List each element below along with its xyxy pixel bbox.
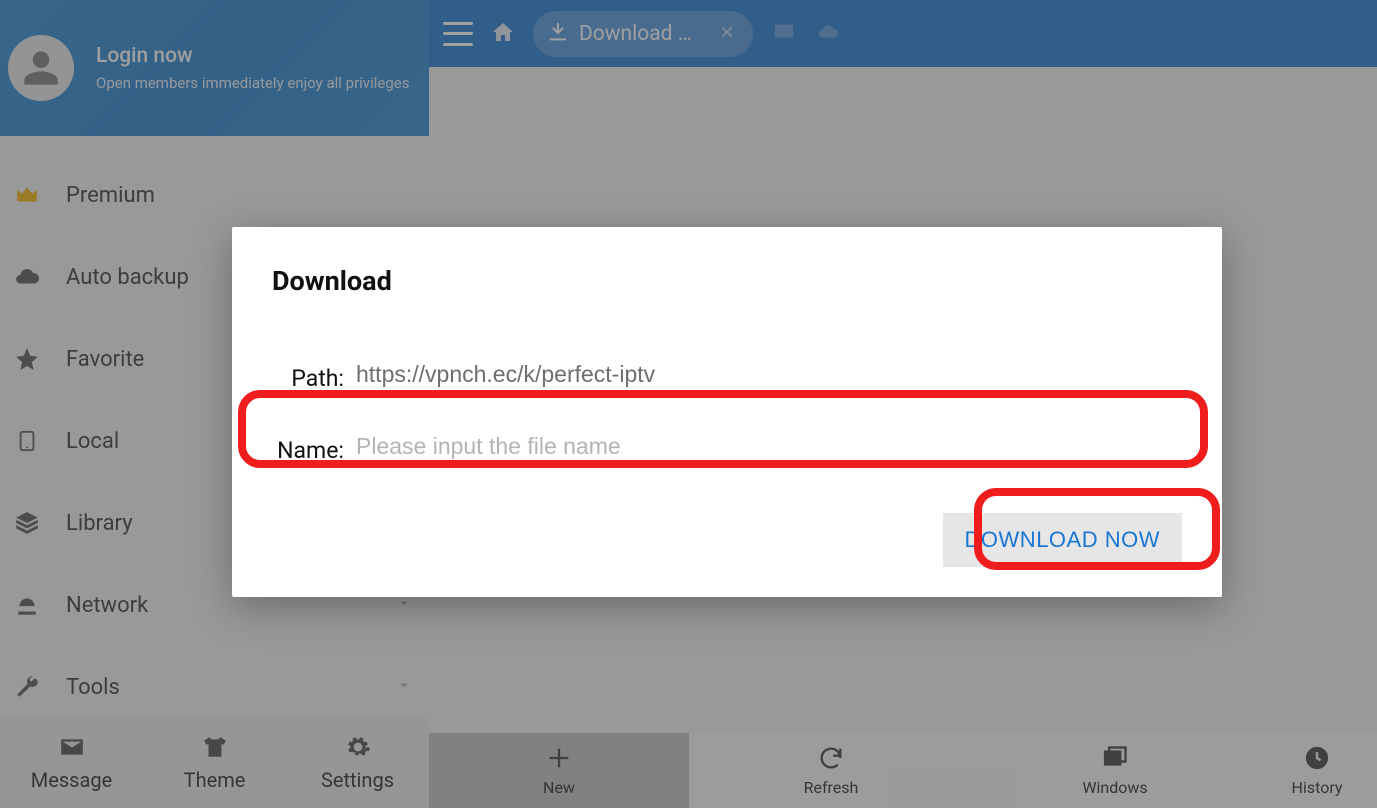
modal-actions: DOWNLOAD NOW [272,513,1182,567]
name-row: Name: [272,429,1182,465]
path-row: Path: [272,357,1182,393]
download-modal: Download Path: Name: DOWNLOAD NOW [232,227,1222,597]
name-label: Name: [272,437,350,465]
path-label: Path: [272,365,350,393]
download-now-button[interactable]: DOWNLOAD NOW [943,513,1182,567]
path-input[interactable] [350,357,1182,393]
name-input[interactable] [350,429,1182,465]
modal-title: Download [272,265,1182,297]
